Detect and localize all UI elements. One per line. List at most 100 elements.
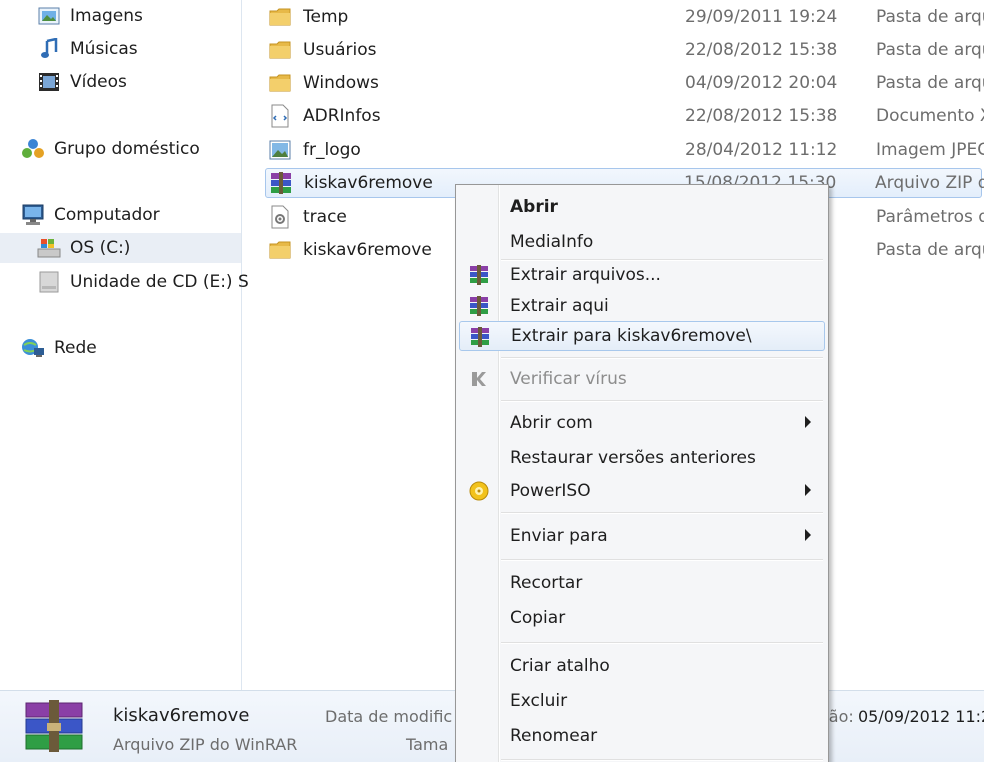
nav-item-drive-c[interactable]: OS (C:) xyxy=(0,233,241,263)
menu-item-extract-files[interactable]: Extrair arquivos... xyxy=(459,260,825,290)
chevron-right-icon xyxy=(805,484,811,496)
winrar-icon xyxy=(468,325,492,349)
poweriso-icon xyxy=(467,479,491,503)
details-modified-label: Data de modific xyxy=(325,707,453,726)
nav-label: Unidade de CD (E:) S xyxy=(70,272,249,292)
cd-drive-icon xyxy=(36,269,62,295)
file-type: Imagem JPEG xyxy=(876,140,984,160)
file-row[interactable]: Temp 29/09/2011 19:24 Pasta de arqu xyxy=(267,2,984,32)
winrar-archive-icon xyxy=(22,699,86,755)
file-type: Pasta de arqu xyxy=(876,40,984,60)
menu-item-label: PowerISO xyxy=(510,481,591,501)
chevron-right-icon xyxy=(805,416,811,428)
details-file-name: kiskav6remove xyxy=(113,705,250,726)
nav-item-homegroup[interactable]: Grupo doméstico xyxy=(20,134,200,164)
chevron-right-icon xyxy=(805,529,811,541)
file-date: 28/04/2012 11:12 xyxy=(685,140,838,160)
menu-item-copy[interactable]: Copiar xyxy=(459,603,825,633)
nav-item-cd-drive[interactable]: Unidade de CD (E:) S xyxy=(36,267,249,297)
menu-item-label: Excluir xyxy=(510,691,568,711)
menu-item-label: Enviar para xyxy=(510,526,608,546)
details-size-label: Tama xyxy=(406,735,449,754)
videos-icon xyxy=(36,69,62,95)
menu-item-label: Recortar xyxy=(510,573,583,593)
file-name: Temp xyxy=(303,7,349,27)
menu-item-label: Renomear xyxy=(510,726,598,746)
menu-separator xyxy=(501,642,823,644)
file-type: Pasta de arqu xyxy=(876,7,984,27)
file-name: fr_logo xyxy=(303,140,361,160)
homegroup-icon xyxy=(20,136,46,162)
menu-item-label: Extrair para kiskav6remove\ xyxy=(511,326,752,346)
menu-separator xyxy=(501,400,823,402)
file-name: Usuários xyxy=(303,40,377,60)
nav-item-computer[interactable]: Computador xyxy=(20,200,160,230)
menu-item-mediainfo[interactable]: MediaInfo xyxy=(459,227,825,257)
file-date: 22/08/2012 15:38 xyxy=(685,106,838,126)
menu-item-extract-to-folder[interactable]: Extrair para kiskav6remove\ xyxy=(459,321,825,351)
menu-item-rename[interactable]: Renomear xyxy=(459,721,825,751)
details-created-value: 05/09/2012 11:2 xyxy=(858,707,984,726)
nav-label: Músicas xyxy=(70,39,138,59)
file-row[interactable]: Windows 04/09/2012 20:04 Pasta de arqu xyxy=(267,68,984,98)
winrar-archive-icon xyxy=(268,170,294,196)
menu-item-extract-here[interactable]: Extrair aqui xyxy=(459,291,825,321)
menu-item-label: Restaurar versões anteriores xyxy=(510,448,756,468)
file-date: 22/08/2012 15:38 xyxy=(685,40,838,60)
menu-item-label: Extrair aqui xyxy=(510,296,609,316)
menu-item-create-shortcut[interactable]: Criar atalho xyxy=(459,651,825,681)
menu-item-label: Abrir com xyxy=(510,413,593,433)
menu-item-restore-versions[interactable]: Restaurar versões anteriores xyxy=(459,443,825,473)
menu-separator xyxy=(501,512,823,514)
context-menu: Abrir MediaInfo Extrair arquivos... Extr… xyxy=(455,184,829,762)
menu-item-poweriso[interactable]: PowerISO xyxy=(459,476,825,506)
folder-icon xyxy=(267,237,293,263)
menu-separator xyxy=(501,357,823,359)
menu-separator xyxy=(501,559,823,561)
menu-item-delete[interactable]: Excluir xyxy=(459,686,825,716)
nav-item-pictures[interactable]: Imagens xyxy=(36,1,143,31)
file-row[interactable]: Usuários 22/08/2012 15:38 Pasta de arqu xyxy=(267,35,984,65)
navigation-pane: Imagens Músicas Vídeos Grupo doméstico C… xyxy=(0,0,249,690)
file-row[interactable]: ADRInfos 22/08/2012 15:38 Documento X xyxy=(267,101,984,131)
nav-label: Grupo doméstico xyxy=(54,139,200,159)
file-type: Parâmetros d xyxy=(876,207,984,227)
computer-icon xyxy=(20,202,46,228)
menu-separator xyxy=(501,759,823,761)
menu-item-label: Verificar vírus xyxy=(510,369,627,389)
nav-label: Rede xyxy=(54,338,97,358)
folder-icon xyxy=(267,4,293,30)
menu-item-label: MediaInfo xyxy=(510,232,594,252)
winrar-icon xyxy=(467,294,491,318)
folder-icon xyxy=(267,70,293,96)
network-icon xyxy=(20,335,46,361)
nav-item-videos[interactable]: Vídeos xyxy=(36,67,127,97)
menu-item-label: Criar atalho xyxy=(510,656,610,676)
menu-item-label: Extrair arquivos... xyxy=(510,265,661,285)
nav-label: OS (C:) xyxy=(70,238,131,258)
image-file-icon xyxy=(267,137,293,163)
nav-item-network[interactable]: Rede xyxy=(20,333,97,363)
menu-item-send-to[interactable]: Enviar para xyxy=(459,521,825,551)
file-type: Pasta de arqu xyxy=(876,73,984,93)
details-file-type: Arquivo ZIP do WinRAR xyxy=(113,735,298,754)
pictures-icon xyxy=(36,3,62,29)
folder-icon xyxy=(267,37,293,63)
menu-item-open-with[interactable]: Abrir com xyxy=(459,408,825,438)
file-type: Arquivo ZIP d xyxy=(875,173,984,193)
file-date: 04/09/2012 20:04 xyxy=(685,73,838,93)
menu-item-scan-virus[interactable]: Verificar vírus xyxy=(459,364,825,394)
menu-item-open[interactable]: Abrir xyxy=(459,192,825,222)
file-type: Pasta de arqu xyxy=(876,240,984,260)
file-date: 29/09/2011 19:24 xyxy=(685,7,838,27)
nav-label: Imagens xyxy=(70,6,143,26)
file-type: Documento X xyxy=(876,106,984,126)
settings-file-icon xyxy=(267,204,293,230)
nav-label: Computador xyxy=(54,205,160,225)
nav-item-music[interactable]: Músicas xyxy=(36,34,138,64)
menu-item-cut[interactable]: Recortar xyxy=(459,568,825,598)
kaspersky-icon xyxy=(467,367,491,391)
file-row[interactable]: fr_logo 28/04/2012 11:12 Imagem JPEG xyxy=(267,135,984,165)
file-name: Windows xyxy=(303,73,379,93)
file-name: ADRInfos xyxy=(303,106,381,126)
